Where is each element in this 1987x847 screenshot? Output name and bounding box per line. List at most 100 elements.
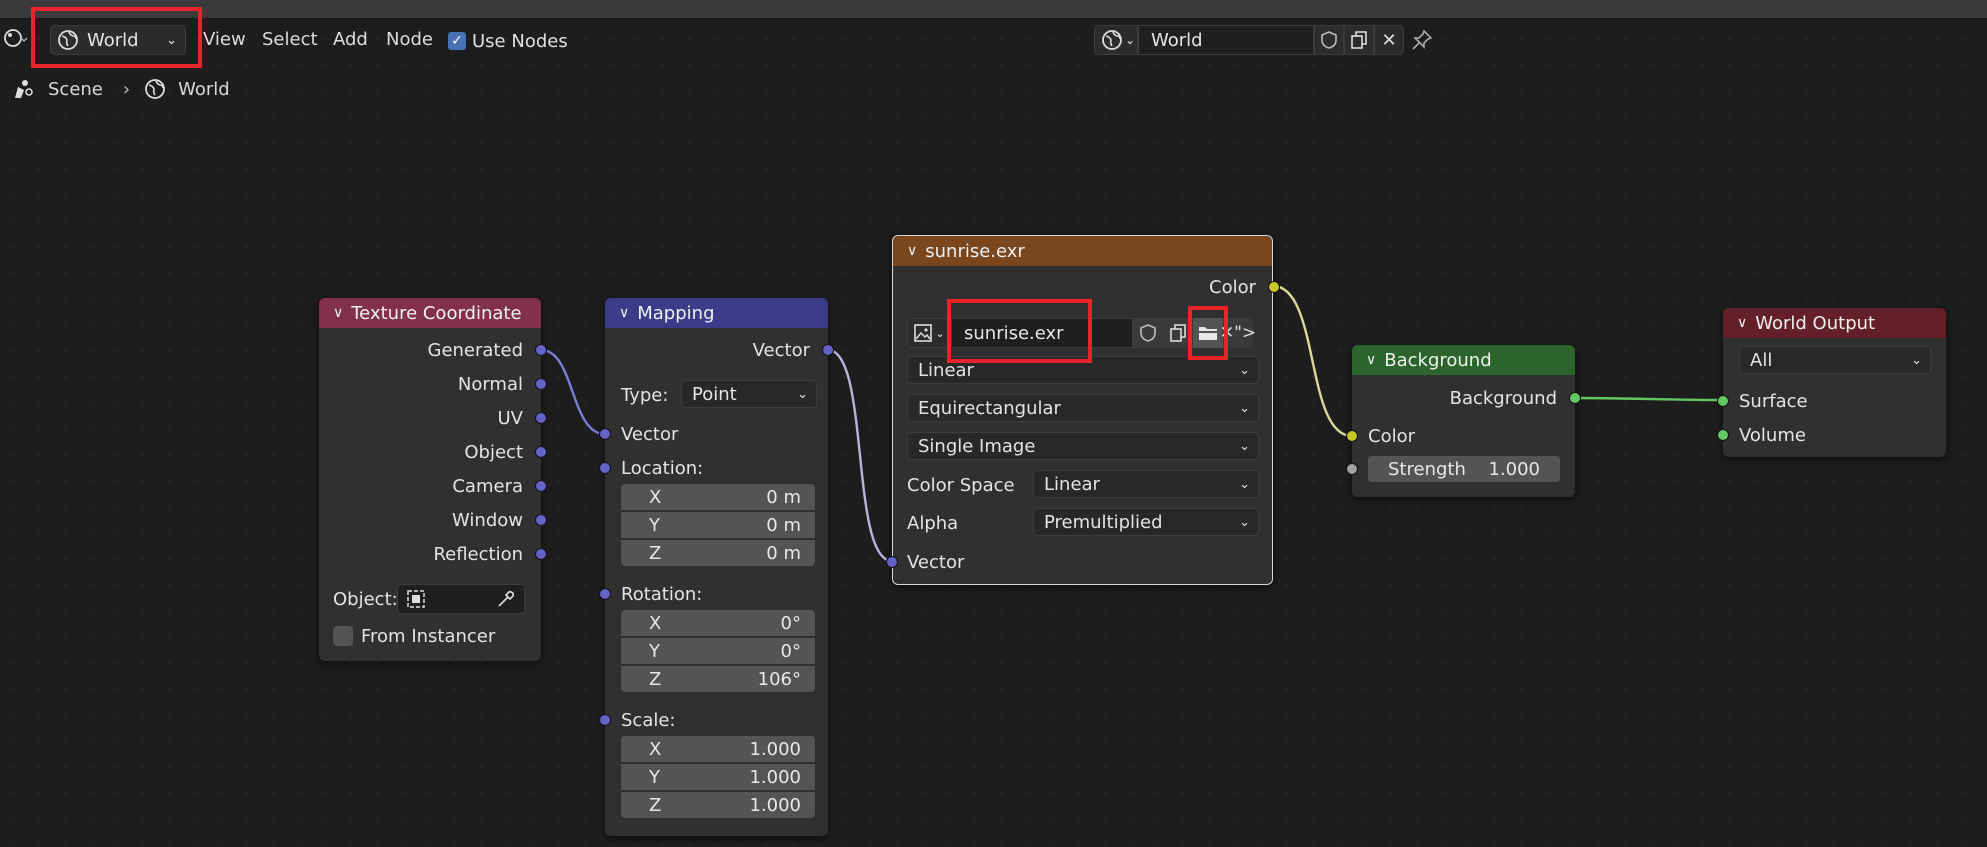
open-image-button[interactable] — [1193, 318, 1223, 348]
socket-reflection[interactable] — [535, 548, 547, 560]
color-space-label: Color Space — [907, 474, 1015, 496]
socket-vector-output[interactable] — [822, 344, 834, 356]
object-label: Object: — [333, 588, 398, 610]
image-name-field[interactable]: sunrise.exr — [951, 318, 1133, 348]
field-value: 0° — [780, 640, 801, 662]
projection-dropdown[interactable]: Equirectangular ⌄ — [907, 394, 1259, 422]
socket-strength-input[interactable] — [1346, 463, 1358, 475]
duplicate-image-button[interactable] — [1163, 318, 1193, 348]
location-y-field[interactable]: Y 0 m — [621, 512, 815, 538]
axis-label: Y — [649, 766, 660, 788]
type-label: Type: — [621, 384, 669, 406]
socket-background-output[interactable] — [1569, 392, 1581, 404]
image-browse-button[interactable]: ⌄ — [907, 318, 951, 348]
world-output-header[interactable]: ∨ World Output — [1723, 308, 1946, 338]
chevron-down-icon: ⌄ — [1239, 400, 1250, 416]
link-color-to-background — [1272, 284, 1353, 438]
background-header[interactable]: ∨ Background — [1352, 345, 1575, 375]
socket-rotation-input[interactable] — [599, 588, 611, 600]
socket-vector-input[interactable] — [599, 428, 611, 440]
unlink-image-button[interactable]: ✕"> — [1220, 318, 1256, 348]
socket-color-output[interactable] — [1268, 281, 1280, 293]
texture-coordinate-header[interactable]: ∨ Texture Coordinate — [319, 298, 541, 328]
background-node[interactable]: ∨ Background Background Color Strength 1… — [1346, 345, 1581, 497]
projection-value: Equirectangular — [918, 397, 1061, 419]
checkbox-icon — [333, 626, 353, 646]
source-dropdown[interactable]: Single Image ⌄ — [907, 432, 1259, 460]
socket-surface-input[interactable] — [1717, 395, 1729, 407]
field-value: 0° — [780, 612, 801, 634]
color-space-dropdown[interactable]: Linear ⌄ — [1033, 470, 1259, 498]
mapping-type-value: Point — [692, 383, 737, 405]
output-color: Color — [1209, 276, 1256, 298]
from-instancer-checkbox[interactable]: From Instancer — [333, 623, 495, 649]
socket-vector-input[interactable] — [886, 556, 898, 568]
rotation-y-field[interactable]: Y 0° — [621, 638, 815, 664]
rotation-x-field[interactable]: X 0° — [621, 610, 815, 636]
node-title: sunrise.exr — [925, 240, 1025, 262]
socket-generated[interactable] — [535, 344, 547, 356]
chevron-down-icon: ⌄ — [797, 386, 808, 402]
link-mapping-to-envtex — [827, 348, 893, 563]
field-value: 0 m — [766, 514, 801, 536]
mapping-node[interactable]: ∨ Mapping Vector Type: Point ⌄ Vector Lo… — [599, 298, 834, 836]
axis-label: Z — [649, 668, 662, 690]
field-value: 1.000 — [749, 766, 801, 788]
socket-uv[interactable] — [535, 412, 547, 424]
object-icon — [406, 589, 426, 609]
axis-label: X — [649, 486, 662, 508]
source-value: Single Image — [918, 435, 1036, 457]
axis-label: Z — [649, 794, 662, 816]
strength-label: Strength — [1388, 458, 1466, 480]
socket-window[interactable] — [535, 514, 547, 526]
node-title: Texture Coordinate — [351, 302, 522, 324]
image-icon — [913, 323, 933, 343]
socket-object[interactable] — [535, 446, 547, 458]
fake-user-button[interactable] — [1133, 318, 1163, 348]
output-background: Background — [1449, 387, 1557, 409]
mapping-header[interactable]: ∨ Mapping — [605, 298, 828, 328]
scale-z-field[interactable]: Z 1.000 — [621, 792, 815, 818]
chevron-down-icon: ∨ — [907, 243, 918, 259]
scale-y-field[interactable]: Y 1.000 — [621, 764, 815, 790]
mapping-type-dropdown[interactable]: Point ⌄ — [681, 380, 817, 408]
environment-texture-node[interactable]: ∨ sunrise.exr Color ⌄ sunrise.exr ✕"> Li… — [886, 235, 1280, 585]
socket-volume-input[interactable] — [1717, 429, 1729, 441]
eyedropper-icon[interactable] — [496, 589, 516, 609]
field-value: 106° — [757, 668, 801, 690]
node-title: Mapping — [637, 302, 715, 324]
chevron-down-icon: ⌄ — [1239, 438, 1250, 454]
strength-value: 1.000 — [1488, 458, 1540, 480]
location-x-field[interactable]: X 0 m — [621, 484, 815, 510]
socket-scale-input[interactable] — [599, 714, 611, 726]
interpolation-dropdown[interactable]: Linear ⌄ — [907, 356, 1259, 384]
chevron-down-icon: ⌄ — [1239, 362, 1250, 378]
socket-normal[interactable] — [535, 378, 547, 390]
rotation-z-field[interactable]: Z 106° — [621, 666, 815, 692]
axis-label: Y — [649, 514, 660, 536]
link-generated-to-vector — [540, 348, 606, 436]
field-value: 0 m — [766, 486, 801, 508]
location-z-field[interactable]: Z 0 m — [621, 540, 815, 566]
axis-label: Z — [649, 542, 662, 564]
socket-color-input[interactable] — [1346, 430, 1358, 442]
scale-x-field[interactable]: X 1.000 — [621, 736, 815, 762]
world-output-node[interactable]: ∨ World Output All ⌄ Surface Volume — [1717, 308, 1946, 457]
texture-coordinate-node[interactable]: ∨ Texture Coordinate Generated Normal UV… — [319, 298, 547, 661]
input-vector: Vector — [907, 551, 965, 573]
alpha-label: Alpha — [907, 512, 959, 534]
output-normal: Normal — [457, 373, 523, 395]
environment-texture-header[interactable]: ∨ sunrise.exr — [893, 236, 1272, 266]
target-dropdown[interactable]: All ⌄ — [1739, 346, 1931, 374]
chevron-down-icon: ∨ — [1366, 352, 1377, 368]
alpha-value: Premultiplied — [1044, 511, 1163, 533]
socket-location-input[interactable] — [599, 462, 611, 474]
strength-field[interactable]: Strength 1.000 — [1368, 456, 1560, 482]
chevron-down-icon: ∨ — [1737, 315, 1748, 331]
object-field[interactable] — [397, 584, 525, 614]
socket-camera[interactable] — [535, 480, 547, 492]
field-value: 1.000 — [749, 794, 801, 816]
interpolation-value: Linear — [918, 359, 974, 381]
alpha-dropdown[interactable]: Premultiplied ⌄ — [1033, 508, 1259, 536]
image-name-text: sunrise.exr — [964, 322, 1064, 344]
